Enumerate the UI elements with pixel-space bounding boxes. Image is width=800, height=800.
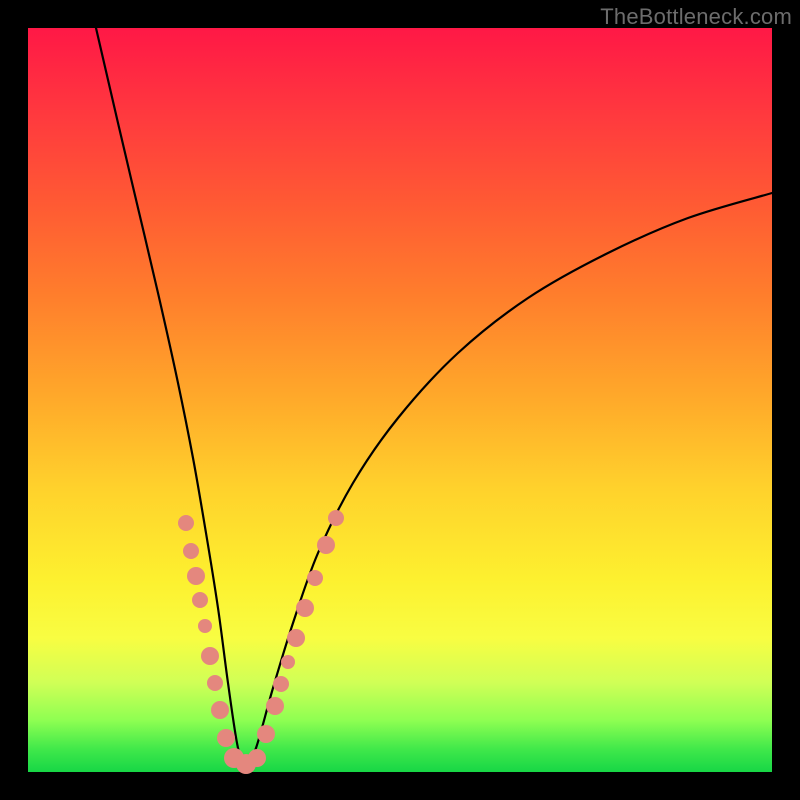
curve-path — [96, 28, 772, 764]
data-dot — [178, 515, 194, 531]
plot-area — [28, 28, 772, 772]
data-dot — [281, 655, 295, 669]
data-dot — [192, 592, 208, 608]
data-dot — [207, 675, 223, 691]
data-dot — [257, 725, 275, 743]
data-dot — [211, 701, 229, 719]
data-dot — [198, 619, 212, 633]
data-dot — [287, 629, 305, 647]
chart-frame: TheBottleneck.com — [0, 0, 800, 800]
data-dot — [273, 676, 289, 692]
watermark-text: TheBottleneck.com — [600, 4, 792, 30]
data-dot — [296, 599, 314, 617]
data-dot — [187, 567, 205, 585]
data-dot — [201, 647, 219, 665]
bottleneck-curve — [96, 28, 772, 764]
data-dot — [266, 697, 284, 715]
data-dot — [248, 749, 266, 767]
data-dot — [217, 729, 235, 747]
data-dots — [178, 510, 344, 774]
data-dot — [317, 536, 335, 554]
data-dot — [183, 543, 199, 559]
data-dot — [307, 570, 323, 586]
data-dot — [328, 510, 344, 526]
curve-layer — [28, 28, 772, 772]
